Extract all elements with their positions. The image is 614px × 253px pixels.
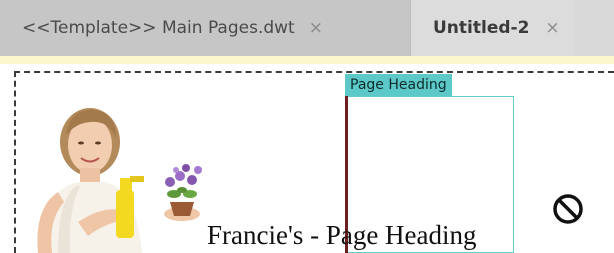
- woman-spraying-plant-image: [37, 108, 202, 253]
- layout-border-top: [14, 71, 614, 73]
- no-drop-icon: [553, 194, 583, 224]
- tab-main-pages-template[interactable]: <<Template>> Main Pages.dwt ×: [0, 0, 410, 56]
- tab-untitled-2[interactable]: Untitled-2 ×: [410, 0, 574, 56]
- layout-border-left: [14, 71, 16, 253]
- close-icon[interactable]: ×: [545, 18, 559, 38]
- design-canvas[interactable]: Page Heading Francie's - Page Heading: [0, 64, 614, 253]
- tab-label: Untitled-2: [433, 18, 530, 38]
- document-tab-bar: <<Template>> Main Pages.dwt × Untitled-2…: [0, 0, 614, 56]
- template-highlight-strip: [0, 56, 614, 64]
- close-icon[interactable]: ×: [309, 18, 323, 38]
- tab-label: <<Template>> Main Pages.dwt: [22, 18, 295, 38]
- page-heading-text[interactable]: Francie's - Page Heading: [207, 220, 477, 251]
- editable-region-tab[interactable]: Page Heading: [345, 74, 452, 96]
